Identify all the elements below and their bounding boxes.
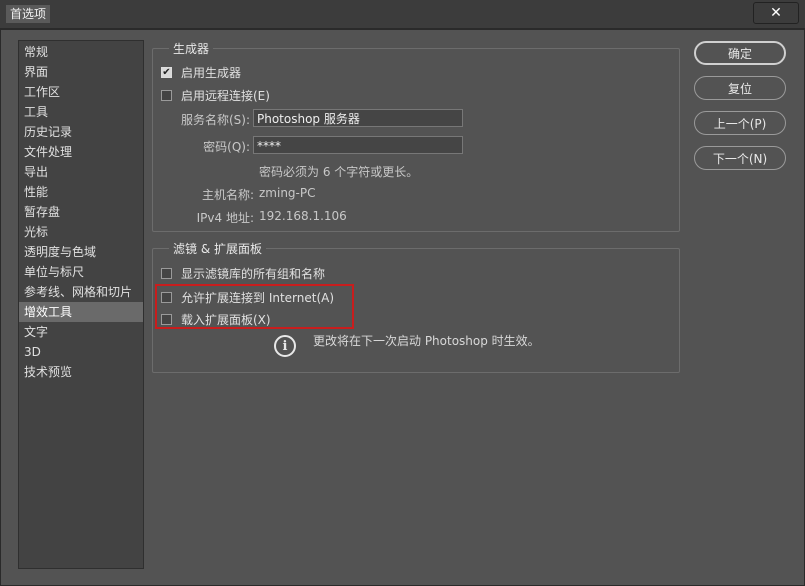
info-icon: i (274, 335, 296, 357)
password-field[interactable]: **** (253, 136, 463, 154)
enable-generator-checkbox-row[interactable]: ✔ 启用生成器 (161, 64, 241, 81)
service-name-field[interactable]: Photoshop 服务器 (253, 109, 463, 127)
sidebar-item[interactable]: 参考线、网格和切片 (19, 282, 143, 302)
hostname-label: 主机名称: (201, 188, 254, 202)
title-bar: 首选项 ✕ (0, 0, 805, 29)
close-icon: ✕ (770, 5, 782, 21)
sidebar-item[interactable]: 透明度与色域 (19, 242, 143, 262)
close-button[interactable]: ✕ (753, 2, 799, 24)
sidebar-item[interactable]: 界面 (19, 62, 143, 82)
sidebar-item[interactable]: 工具 (19, 102, 143, 122)
hostname-value: zming-PC (259, 186, 316, 200)
password-label: 密码(Q): (203, 140, 250, 154)
window-title: 首选项 (6, 5, 51, 23)
prev-button[interactable]: 上一个(P) (694, 111, 786, 135)
sidebar-item[interactable]: 光标 (19, 222, 143, 242)
generator-legend: 生成器 (173, 42, 210, 56)
show-all-groups-label: 显示滤镜库的所有组和名称 (181, 267, 326, 281)
reset-button[interactable]: 复位 (694, 76, 786, 100)
ipv4-value: 192.168.1.106 (259, 209, 347, 223)
sidebar: 常规 界面 工作区 工具 历史记录 文件处理 导出 性能 暂存盘 光标 透明度与色域 单位与标尺 参考线… (18, 40, 144, 569)
sidebar-item[interactable]: 增效工具 (19, 302, 143, 322)
sidebar-item[interactable]: 技术预览 (19, 362, 143, 382)
sidebar-item[interactable]: 历史记录 (19, 122, 143, 142)
show-all-groups-checkbox[interactable] (161, 268, 172, 279)
sidebar-item[interactable]: 3D (19, 342, 143, 362)
sidebar-item[interactable]: 性能 (19, 182, 143, 202)
restart-note: 更改将在下一次启动 Photoshop 时生效。 (313, 334, 540, 348)
sidebar-item[interactable]: 单位与标尺 (19, 262, 143, 282)
enable-generator-checkbox[interactable]: ✔ (161, 67, 172, 78)
sidebar-item[interactable]: 文字 (19, 322, 143, 342)
service-name-label: 服务名称(S): (180, 113, 250, 127)
filters-legend: 滤镜 & 扩展面板 (173, 242, 262, 256)
ipv4-label: IPv4 地址: (196, 211, 254, 225)
sidebar-item[interactable]: 暂存盘 (19, 202, 143, 222)
enable-remote-label: 启用远程连接(E) (181, 89, 270, 103)
sidebar-item[interactable]: 工作区 (19, 82, 143, 102)
ok-button[interactable]: 确定 (694, 41, 786, 65)
enable-remote-checkbox[interactable] (161, 90, 172, 101)
sidebar-item[interactable]: 导出 (19, 162, 143, 182)
show-all-groups-row[interactable]: 显示滤镜库的所有组和名称 (161, 265, 325, 282)
password-hint: 密码必须为 6 个字符或更长。 (259, 165, 419, 179)
enable-remote-checkbox-row[interactable]: 启用远程连接(E) (161, 87, 270, 104)
sidebar-item[interactable]: 常规 (19, 42, 143, 62)
next-button[interactable]: 下一个(N) (694, 146, 786, 170)
sidebar-item[interactable]: 文件处理 (19, 142, 143, 162)
red-highlight-box (155, 284, 354, 329)
enable-generator-label: 启用生成器 (181, 66, 242, 80)
